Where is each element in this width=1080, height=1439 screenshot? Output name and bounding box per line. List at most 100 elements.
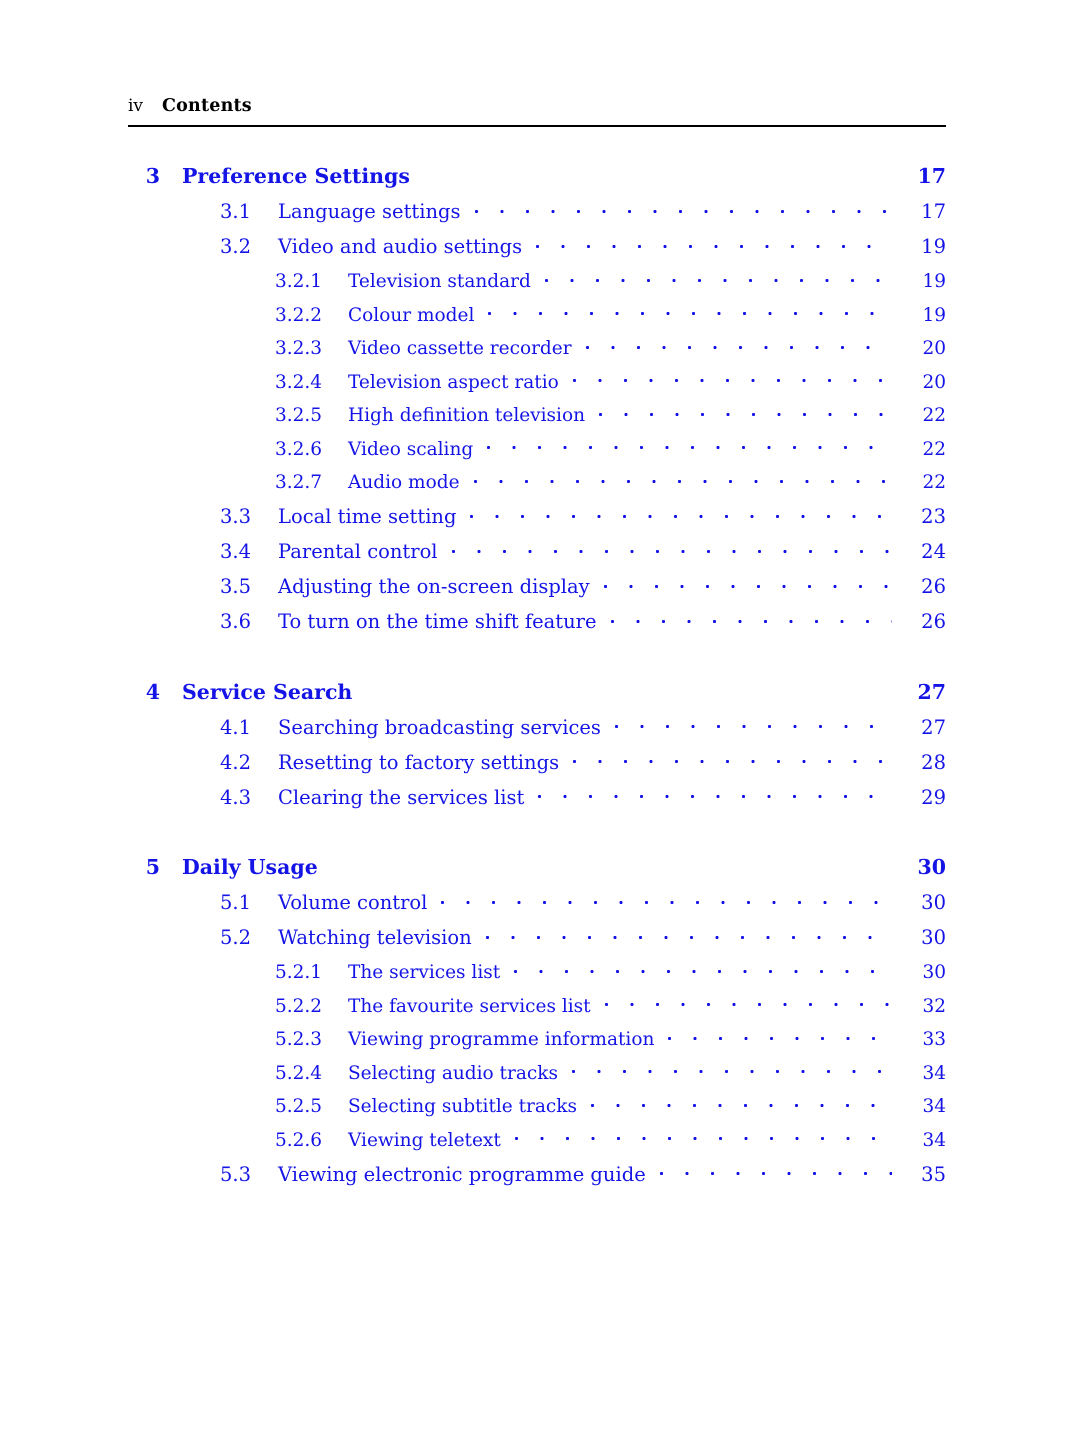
toc-entry-page-number: 34 bbox=[922, 1096, 946, 1117]
toc-entry-title: Viewing electronic programme guide bbox=[278, 1162, 646, 1186]
toc-section-entry[interactable]: 5.2 Watching television 30 bbox=[128, 925, 946, 949]
toc-section-entry[interactable]: 4.2 Resetting to factory settings 28 bbox=[128, 749, 946, 774]
dot-leader bbox=[473, 470, 892, 489]
toc-entry-number: 3.3 bbox=[220, 505, 252, 528]
toc-subsection-entry[interactable]: 5.2.5 Selecting subtitle tracks 34 bbox=[128, 1094, 946, 1117]
dot-leader bbox=[538, 784, 892, 804]
toc-entry-page-number: 28 bbox=[921, 750, 946, 774]
dot-leader bbox=[572, 369, 892, 388]
toc-section-entry[interactable]: 4.1 Searching broadcasting services 27 bbox=[128, 714, 946, 739]
toc-subsection-entry[interactable]: 3.2.6 Video scaling 22 bbox=[128, 436, 946, 460]
toc-section-entry[interactable]: 3.5 Adjusting the on-screen display 26 bbox=[128, 574, 946, 598]
toc-entry-title: Local time setting bbox=[278, 505, 457, 528]
toc-entry-page-number: 19 bbox=[922, 304, 946, 326]
toc-entry-title: Language settings bbox=[278, 200, 461, 223]
dot-leader bbox=[573, 749, 892, 769]
toc-entry-page-number: 29 bbox=[921, 785, 946, 809]
toc-entry-title: Television standard bbox=[348, 271, 531, 292]
toc-subsection-entry[interactable]: 5.2.6 Viewing teletext 34 bbox=[128, 1127, 946, 1151]
toc-subsection-entry[interactable]: 3.2.1 Television standard 19 bbox=[128, 269, 946, 292]
dot-leader bbox=[610, 609, 892, 629]
toc-entry-page-number: 27 bbox=[921, 715, 946, 739]
table-of-contents: 3 Preference Settings 17 3.1 Language settin… bbox=[128, 150, 946, 1196]
dot-leader bbox=[514, 1127, 892, 1146]
toc-entry-title: Colour model bbox=[348, 304, 475, 326]
toc-subsection-entry[interactable]: 3.2.2 Colour model 19 bbox=[128, 302, 946, 326]
toc-subsection-entry[interactable]: 5.2.4 Selecting audio tracks 34 bbox=[128, 1060, 946, 1084]
toc-subsection-entry[interactable]: 5.2.3 Viewing programme information 33 bbox=[128, 1027, 946, 1050]
toc-entry-page-number: 30 bbox=[922, 962, 946, 983]
toc-entry-page-number: 26 bbox=[921, 610, 946, 633]
dot-leader bbox=[441, 890, 892, 910]
toc-entry-number: 4 bbox=[145, 679, 160, 704]
toc-entry-page-number: 30 bbox=[921, 891, 946, 914]
toc-entry-title: Selecting subtitle tracks bbox=[348, 1096, 577, 1117]
toc-section-entry[interactable]: 3.1 Language settings 17 bbox=[128, 199, 946, 223]
dot-leader bbox=[604, 993, 892, 1012]
dot-leader bbox=[614, 714, 892, 734]
toc-section-entry[interactable]: 4.3 Clearing the services list 29 bbox=[128, 784, 946, 809]
toc-entry-title: Video scaling bbox=[348, 438, 474, 460]
toc-entry-page-number: 27 bbox=[917, 679, 946, 704]
toc-entry-title: Resetting to factory settings bbox=[278, 750, 560, 774]
toc-entry-page-number: 34 bbox=[922, 1129, 946, 1151]
toc-entry-number: 3.1 bbox=[220, 200, 252, 223]
toc-entry-title: Selecting audio tracks bbox=[348, 1062, 558, 1084]
toc-entry-number: 3.2.4 bbox=[275, 371, 323, 393]
toc-section-entry[interactable]: 5.1 Volume control 30 bbox=[128, 890, 946, 914]
toc-entry-title: Video cassette recorder bbox=[348, 338, 572, 359]
dot-leader bbox=[487, 436, 892, 455]
toc-entry-page-number: 35 bbox=[921, 1162, 946, 1186]
toc-entry-number: 3.4 bbox=[220, 540, 252, 563]
toc-entry-title: Clearing the services list bbox=[278, 785, 525, 809]
toc-chapter-entry[interactable]: 5 Daily Usage 30 bbox=[128, 855, 946, 879]
toc-entry-page-number: 24 bbox=[921, 540, 946, 563]
toc-entry-number: 3.2.7 bbox=[275, 472, 323, 493]
toc-section-entry[interactable]: 3.6 To turn on the time shift feature 26 bbox=[128, 609, 946, 633]
toc-subsection-entry[interactable]: 3.2.4 Television aspect ratio 20 bbox=[128, 369, 946, 393]
toc-entry-number: 3.6 bbox=[220, 610, 252, 633]
toc-entry-number: 3.2.3 bbox=[275, 338, 323, 359]
toc-entry-number: 5.2.5 bbox=[275, 1096, 323, 1117]
toc-section-entry[interactable]: 3.2 Video and audio settings 19 bbox=[128, 234, 946, 258]
toc-entry-number: 5.2.4 bbox=[275, 1062, 323, 1084]
dot-leader bbox=[544, 269, 892, 288]
dot-leader bbox=[599, 403, 892, 422]
toc-chapter-entry[interactable]: 4 Service Search 27 bbox=[128, 680, 946, 704]
toc-entry-title: Searching broadcasting services bbox=[278, 715, 601, 739]
toc-section-entry[interactable]: 3.4 Parental control 24 bbox=[128, 539, 946, 563]
toc-entry-page-number: 30 bbox=[917, 855, 946, 879]
dot-leader bbox=[451, 539, 892, 559]
toc-entry-number: 3.2.6 bbox=[275, 438, 323, 460]
dot-leader bbox=[488, 302, 892, 321]
toc-entry-page-number: 20 bbox=[922, 338, 946, 359]
toc-entry-number: 3.5 bbox=[220, 575, 252, 598]
toc-entry-title: Television aspect ratio bbox=[348, 371, 559, 393]
toc-entry-number: 5.2 bbox=[220, 926, 252, 949]
toc-entry-page-number: 22 bbox=[922, 405, 946, 426]
toc-entry-title: Service Search bbox=[182, 679, 353, 704]
dot-leader bbox=[591, 1094, 892, 1113]
toc-subsection-entry[interactable]: 3.2.7 Audio mode 22 bbox=[128, 470, 946, 493]
toc-section-entry[interactable]: 5.3 Viewing electronic programme guide 35 bbox=[128, 1161, 946, 1186]
toc-entry-page-number: 22 bbox=[922, 438, 946, 460]
toc-subsection-entry[interactable]: 3.2.3 Video cassette recorder 20 bbox=[128, 336, 946, 359]
toc-chapter-entry[interactable]: 3 Preference Settings 17 bbox=[128, 164, 946, 188]
toc-entry-title: Viewing teletext bbox=[348, 1129, 501, 1151]
toc-subsection-entry[interactable]: 5.2.1 The services list 30 bbox=[128, 960, 946, 983]
toc-entry-number: 4.1 bbox=[220, 715, 252, 739]
page-folio: iv bbox=[128, 96, 144, 116]
toc-entry-title: Daily Usage bbox=[182, 855, 318, 879]
header-rule bbox=[128, 125, 946, 127]
toc-entry-number: 4.2 bbox=[220, 750, 252, 774]
toc-entry-page-number: 26 bbox=[921, 575, 946, 598]
toc-subsection-entry[interactable]: 3.2.5 High definition television 22 bbox=[128, 403, 946, 426]
toc-section-entry[interactable]: 3.3 Local time setting 23 bbox=[128, 504, 946, 528]
toc-entry-number: 3.2.5 bbox=[275, 405, 323, 426]
toc-subsection-entry[interactable]: 5.2.2 The favourite services list 32 bbox=[128, 993, 946, 1017]
toc-entry-page-number: 33 bbox=[922, 1029, 946, 1050]
dot-leader bbox=[659, 1161, 892, 1181]
toc-section-gap bbox=[128, 819, 946, 841]
toc-entry-page-number: 17 bbox=[921, 200, 946, 223]
toc-entry-title: High definition television bbox=[348, 405, 586, 426]
